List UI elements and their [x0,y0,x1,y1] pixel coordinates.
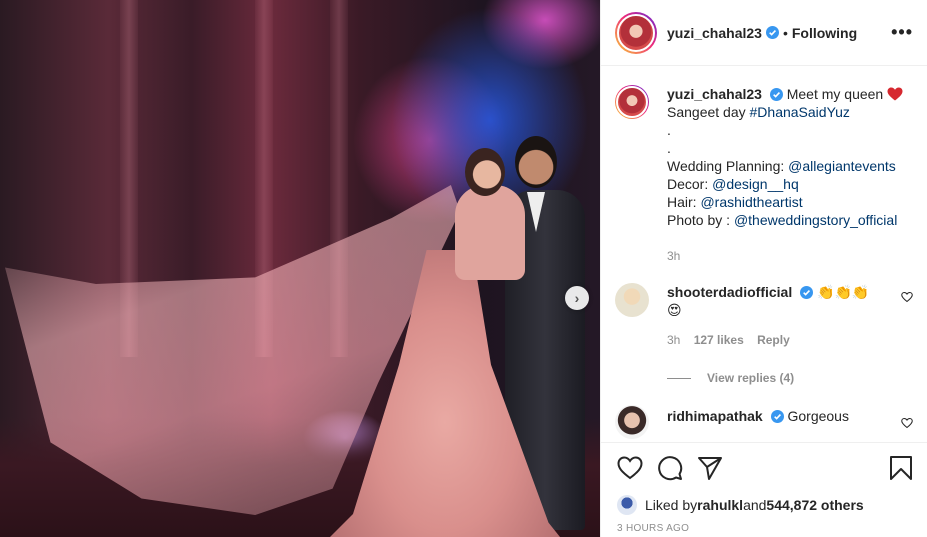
caption-time: 3h [667,249,681,263]
verified-badge-icon [769,88,783,101]
caption-text: Meet my queen [786,86,884,102]
liked-by-prefix: Liked by [645,497,698,513]
credit-handle-link[interactable]: @design__hq [712,176,799,192]
comment-likes[interactable]: 127 likes [694,333,744,347]
caption: yuzi_chahal23 Meet my queen Sangeet day … [615,85,913,265]
liked-by-user[interactable]: rahulkl [697,497,743,513]
comment-item: ridhimapathak Gorgeous [615,405,913,439]
credit-label: Hair: [667,194,701,210]
reply-button[interactable]: Reply [757,333,790,347]
caption-username[interactable]: yuzi_chahal23 [667,86,762,102]
groom-head [515,136,557,188]
like-heart-icon[interactable] [617,456,643,480]
replies-divider [667,377,691,379]
author-avatar[interactable] [615,11,657,54]
credit-label: Photo by : [667,212,734,228]
liker-avatar[interactable] [617,495,637,515]
commenter-avatar[interactable] [615,283,649,317]
comment-time: 3h [667,333,681,347]
credit-label: Wedding Planning: [667,158,789,174]
like-comment-heart-icon[interactable] [901,291,913,303]
post-actions: Liked by rahulkl and 544,872 others 3 HO… [601,442,927,537]
credit-handle-link[interactable]: @rashidtheartist [700,194,802,210]
like-comment-heart-icon[interactable] [901,417,913,429]
credit-handle-link[interactable]: @theweddingstory_official [734,212,897,228]
red-heart-icon [887,87,903,101]
caption-avatar[interactable] [615,85,649,119]
comment-item: shooterdadiofficial 👏👏👏 😍 3h 127 likes R… [615,283,913,349]
separator-dot: • [782,24,788,41]
comment-username[interactable]: ridhimapathak [667,408,763,424]
view-replies-button[interactable]: View replies (4) [667,371,913,385]
liked-by-and: and [743,497,767,513]
save-bookmark-icon[interactable] [889,455,913,481]
caption-dot: . [667,122,671,138]
author-username[interactable]: yuzi_chahal23 [667,25,762,41]
comment-username[interactable]: shooterdadiofficial [667,284,792,300]
bride-head [465,148,505,196]
post-header: yuzi_chahal23 • Following ••• [601,0,927,66]
verified-badge-icon [770,410,784,423]
verified-badge-icon [765,26,779,39]
post-timestamp: 3 HOURS AGO [617,523,690,534]
view-replies-label: View replies (4) [707,371,795,385]
comment-text: Gorgeous [787,408,849,424]
comment-text: 😍 [667,302,682,318]
comment-text: 👏👏👏 [817,284,870,300]
following-button[interactable]: Following [792,25,857,41]
verified-badge-icon [800,286,814,299]
likes-summary: Liked by rahulkl and 544,872 others [617,495,913,515]
comment-icon[interactable] [657,455,683,481]
next-image-button[interactable]: › [565,286,589,310]
credit-label: Decor: [667,176,713,192]
commenter-avatar[interactable] [615,405,649,439]
post-photo[interactable]: › [0,0,600,537]
caption-line2: Sangeet day [667,104,750,120]
caption-dot: . [667,140,671,156]
liked-by-others[interactable]: 544,872 others [766,497,863,513]
bride [455,185,525,280]
credit-handle-link[interactable]: @allegiantevents [788,158,896,174]
post-side-panel: yuzi_chahal23 • Following ••• yuzi_chaha… [600,0,927,537]
more-options-icon[interactable]: ••• [891,22,913,43]
comments-section: yuzi_chahal23 Meet my queen Sangeet day … [601,67,927,442]
hashtag-link[interactable]: #DhanaSaidYuz [750,104,850,120]
share-icon[interactable] [697,455,723,481]
